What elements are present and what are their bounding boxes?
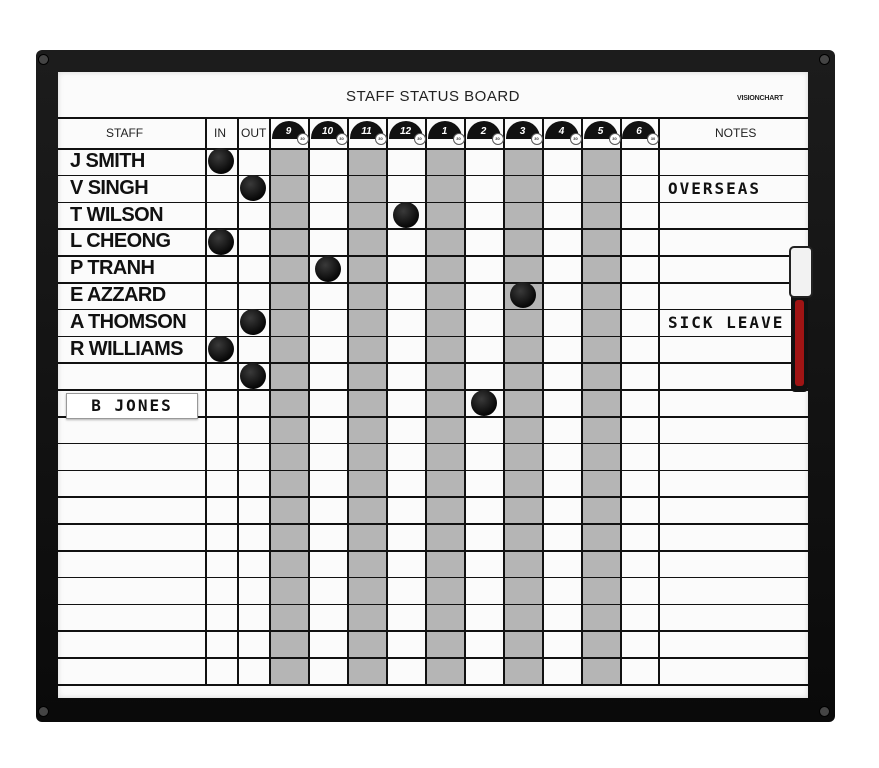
column-line [542,117,544,685]
row-line [58,362,808,364]
row-line [58,148,808,150]
hour-label: 12 [399,126,412,137]
staff-name: E AZZARD [70,284,166,306]
row-line [58,228,808,230]
hour-label: 10 [321,126,334,137]
column-line [581,117,583,685]
nameplate-b-jones[interactable]: B JONES [66,393,198,419]
status-magnet[interactable] [392,202,419,228]
row-line [58,496,808,498]
corner-screw-icon [819,706,830,717]
nameplate-text: B JONES [91,396,173,415]
row-line [58,174,808,177]
half-hour-marker: 30 [335,133,348,145]
row-line [58,657,808,659]
half-hour-marker: 30 [374,133,387,145]
status-magnet[interactable] [208,336,234,362]
row-line [58,201,808,204]
hour-label: 11 [361,126,372,137]
row-line [58,523,808,525]
column-line [425,117,427,685]
row-line [58,282,808,284]
staff-name: T WILSON [70,203,164,226]
half-hour-marker: 30 [491,133,504,145]
hour-label: 1 [441,126,448,137]
hour-label: 3 [519,126,526,137]
staff-name: J SMITH [70,150,145,172]
status-magnet[interactable] [314,255,341,282]
row-line [58,576,808,579]
column-line [503,117,505,685]
half-hour-marker: 30 [530,133,543,145]
column-line [269,117,271,685]
hour-label: 5 [597,126,604,137]
column-line [386,117,388,685]
status-magnet[interactable] [240,175,266,202]
column-line [658,117,660,685]
half-hour-marker: 30 [608,133,621,145]
column-line [308,117,310,685]
hour-label: 4 [558,126,565,137]
column-line [347,117,349,685]
header-notes: NOTES [715,126,757,140]
status-magnet[interactable] [240,309,266,336]
status-magnet[interactable] [509,282,536,309]
row-line [58,389,808,391]
staff-name: V SINGH [70,176,149,199]
hour-label: 6 [636,126,642,137]
row-line [58,442,808,445]
status-magnet[interactable] [208,228,234,255]
corner-screw-icon [819,54,830,65]
header-out: OUT [241,126,267,140]
staff-name: L CHEONG [70,230,171,253]
header-staff: STAFF [106,126,144,140]
row-line [58,255,808,257]
corner-screw-icon [38,54,49,65]
row-line [58,684,808,686]
row-line [58,550,808,552]
half-hour-marker: 30 [296,133,309,145]
corner-screw-icon [38,706,49,717]
marker-grip-icon [795,300,804,386]
staff-name: P TRANH [70,257,155,280]
column-line [464,117,466,685]
status-magnet[interactable] [240,362,266,389]
staff-name: A THOMSON [70,310,187,333]
half-hour-marker: 30 [569,133,582,145]
note-sick-leave[interactable]: SICK LEAVE [668,313,784,332]
half-hour-marker: 30 [647,133,659,145]
row-line [58,630,808,632]
column-line [237,117,239,685]
half-hour-marker: 30 [452,133,465,145]
header-in: IN [214,126,226,140]
brand-logo: VISIONCHART [737,95,784,102]
column-line [205,117,207,685]
hour-label: 9 [285,126,292,137]
row-line [58,469,808,472]
half-hour-marker: 30 [413,133,426,145]
row-line [58,603,808,606]
hour-label: 2 [480,126,487,137]
staff-name: R WILLIAMS [70,337,183,360]
column-line [620,117,622,685]
row-line [58,117,808,119]
status-magnet[interactable] [470,389,497,416]
marker-cap-icon [789,246,813,298]
note-overseas[interactable]: OVERSEAS [668,179,761,198]
